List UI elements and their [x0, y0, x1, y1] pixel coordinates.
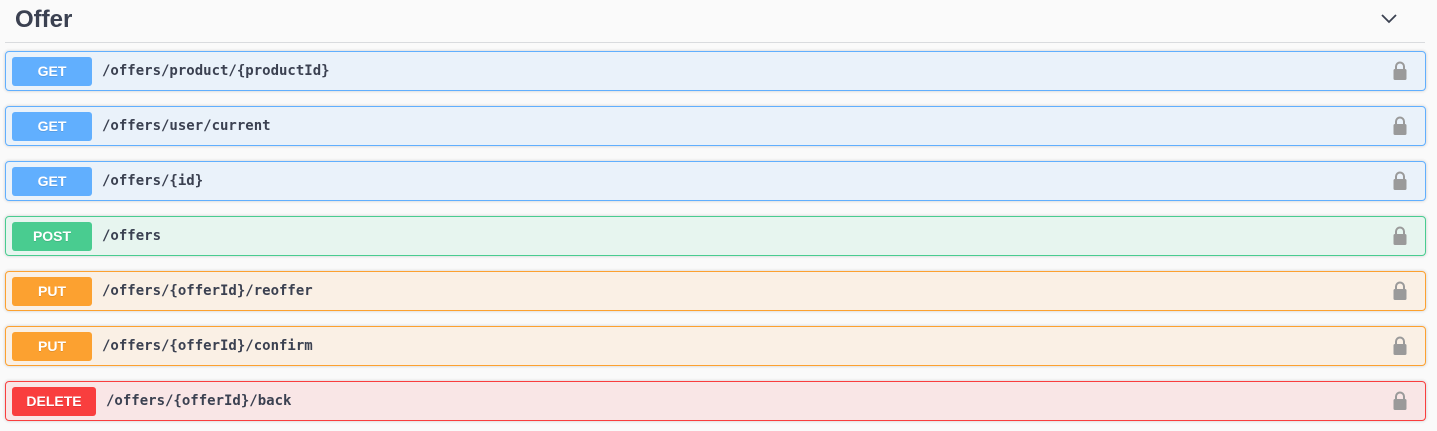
chevron-down-icon[interactable]: [1379, 9, 1399, 29]
tag-section-offer: Offer GET /offers/product/{productId} GE…: [0, 0, 1437, 431]
lock-icon[interactable]: [1392, 336, 1408, 356]
operation-path: /offers/{offerId}/confirm: [102, 338, 313, 354]
opblock-get-offers-user-current[interactable]: GET /offers/user/current: [5, 106, 1426, 146]
opblock-get-offers-product[interactable]: GET /offers/product/{productId}: [5, 51, 1426, 91]
opblock-put-offers-reoffer[interactable]: PUT /offers/{offerId}/reoffer: [5, 271, 1426, 311]
operation-path: /offers/{offerId}/reoffer: [102, 283, 313, 299]
operation-path: /offers/{offerId}/back: [106, 393, 292, 409]
lock-icon[interactable]: [1392, 226, 1408, 246]
operations-list: GET /offers/product/{productId} GET /off…: [5, 51, 1426, 431]
operation-path: /offers/{id}: [102, 173, 204, 189]
lock-icon[interactable]: [1392, 281, 1408, 301]
opblock-post-offers[interactable]: POST /offers: [5, 216, 1426, 256]
opblock-put-offers-confirm[interactable]: PUT /offers/{offerId}/confirm: [5, 326, 1426, 366]
tag-header-offer[interactable]: Offer: [5, 0, 1425, 43]
method-badge-get: GET: [12, 56, 92, 86]
tag-title: Offer: [15, 6, 73, 33]
method-badge-put: PUT: [12, 331, 92, 361]
opblock-get-offers-id[interactable]: GET /offers/{id}: [5, 161, 1426, 201]
opblock-delete-offers-back[interactable]: DELETE /offers/{offerId}/back: [5, 381, 1426, 421]
lock-icon[interactable]: [1392, 391, 1408, 411]
lock-icon[interactable]: [1392, 61, 1408, 81]
operation-path: /offers: [102, 228, 162, 244]
operation-path: /offers/user/current: [102, 118, 271, 134]
method-badge-get: GET: [12, 166, 92, 196]
lock-icon[interactable]: [1392, 171, 1408, 191]
lock-icon[interactable]: [1392, 116, 1408, 136]
method-badge-put: PUT: [12, 276, 92, 306]
method-badge-get: GET: [12, 111, 92, 141]
method-badge-post: POST: [12, 221, 92, 251]
method-badge-delete: DELETE: [12, 386, 96, 416]
operation-path: /offers/product/{productId}: [102, 63, 330, 79]
